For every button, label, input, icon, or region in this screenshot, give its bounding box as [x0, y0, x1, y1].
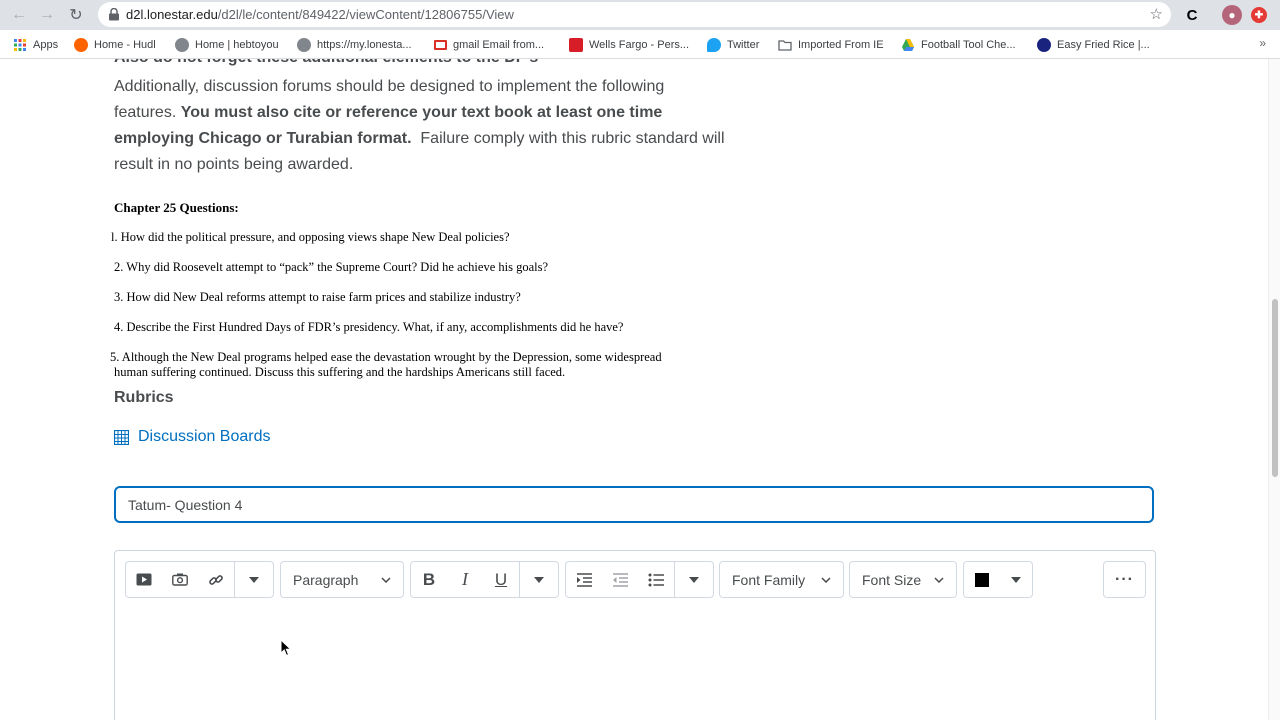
color-swatch — [975, 572, 989, 587]
arrow-right-icon[interactable]: → — [36, 4, 58, 26]
extension-c-icon[interactable]: C — [1182, 5, 1202, 25]
instruction-line-3: employing Chicago or Turabian format. Fa… — [114, 130, 725, 147]
font-size-value: Font Size — [862, 571, 922, 588]
camera-icon — [172, 573, 188, 586]
chevron-down-icon — [934, 576, 944, 583]
address-bar[interactable]: d2l.lonestar.edu/d2l/le/content/849422/v… — [98, 2, 1171, 27]
hudl-icon — [74, 38, 88, 52]
instruction-line-4: result in no points being awarded. — [114, 156, 354, 173]
gmail-icon — [434, 40, 447, 50]
font-family-select[interactable]: Font Family — [719, 561, 844, 598]
outdent-button[interactable] — [602, 562, 638, 597]
text-color-dropdown[interactable] — [1000, 562, 1032, 597]
globe-icon — [297, 38, 311, 52]
arrow-left-icon[interactable]: ← — [8, 4, 30, 26]
insert-link-button[interactable] — [198, 562, 234, 597]
chevron-down-icon — [381, 576, 391, 583]
insert-video-button[interactable] — [126, 562, 162, 597]
folder-icon — [778, 40, 792, 51]
rubrics-heading: Rubrics — [114, 389, 174, 406]
scrollbar-thumb[interactable] — [1272, 299, 1278, 477]
caret-down-icon — [534, 576, 544, 583]
more-insert-dropdown[interactable] — [235, 562, 273, 597]
question-4: 4. Describe the First Hundred Days of FD… — [114, 320, 624, 334]
url-text: d2l.lonestar.edu/d2l/le/content/849422/v… — [126, 7, 514, 22]
indent-icon — [576, 572, 592, 587]
outdent-icon — [612, 572, 628, 587]
list-toolbar-group — [565, 561, 714, 598]
page-scrollbar[interactable] — [1268, 59, 1280, 720]
bookmark-gmail[interactable]: gmail Email from... — [434, 37, 544, 53]
rubric-grid-icon — [114, 429, 129, 445]
chevron-down-icon — [821, 576, 831, 583]
questions-heading: Chapter 25 Questions: — [114, 200, 239, 215]
post-subject-input[interactable] — [114, 486, 1154, 523]
font-size-select[interactable]: Font Size — [849, 561, 957, 598]
rich-text-editor[interactable]: Paragraph B I U Font Family Font Size ··… — [114, 550, 1156, 720]
extension-red-icon[interactable]: ✚ — [1251, 7, 1267, 23]
underline-button[interactable]: U — [483, 562, 519, 597]
text-format-toolbar-group: B I U — [410, 561, 559, 598]
page-content: Also do not forget these additional elem… — [0, 59, 1268, 720]
caret-down-icon — [249, 576, 259, 583]
instruction-line-1: Additionally, discussion forums should b… — [114, 78, 665, 95]
wells-fargo-icon — [569, 38, 583, 52]
reload-icon[interactable]: ↻ — [65, 4, 87, 26]
lock-icon — [109, 8, 119, 21]
recipe-icon — [1037, 38, 1051, 52]
text-color-toolbar-group — [963, 561, 1033, 598]
ellipsis-icon: ··· — [1115, 570, 1134, 588]
video-icon — [136, 573, 152, 586]
bullet-list-button[interactable] — [638, 562, 674, 597]
more-format-dropdown[interactable] — [520, 562, 558, 597]
link-icon — [209, 574, 223, 585]
question-5-line-1: 5. Although the New Deal programs helped… — [110, 350, 662, 364]
question-2: 2. Why did Roosevelt attempt to “pack” t… — [114, 260, 549, 274]
bookmark-football-tool[interactable]: Football Tool Che... — [901, 37, 1016, 53]
insert-stuff-button[interactable] — [162, 562, 198, 597]
instruction-line-2: features. You must also cite or referenc… — [114, 104, 663, 121]
font-family-value: Font Family — [732, 571, 806, 588]
bold-button[interactable]: B — [411, 562, 447, 597]
browser-top-bar: ← → ↻ d2l.lonestar.edu/d2l/le/content/84… — [0, 0, 1280, 30]
bookmark-fried-rice[interactable]: Easy Fried Rice |... — [1037, 37, 1150, 53]
additional-elements-heading: Also do not forget these additional elem… — [114, 59, 544, 67]
bookmark-wells-fargo[interactable]: Wells Fargo - Pers... — [569, 37, 689, 53]
mouse-pointer-icon — [280, 639, 292, 657]
italic-button[interactable]: I — [447, 562, 483, 597]
bookmark-apps[interactable]: Apps — [13, 37, 58, 53]
question-5-line-2: human suffering continued. Discuss this … — [114, 365, 566, 379]
question-3: 3. How did New Deal reforms attempt to r… — [114, 290, 521, 304]
apps-grid-icon — [14, 39, 26, 51]
bookmark-hudl[interactable]: Home - Hudl — [74, 37, 156, 53]
bullet-list-icon — [648, 573, 664, 586]
more-list-dropdown[interactable] — [675, 562, 713, 597]
globe-icon — [175, 38, 189, 52]
caret-down-icon — [1011, 576, 1021, 583]
drive-icon — [902, 39, 914, 51]
bookmark-twitter[interactable]: Twitter — [707, 37, 759, 53]
more-actions-button[interactable]: ··· — [1103, 561, 1146, 598]
indent-button[interactable] — [566, 562, 602, 597]
block-format-value: Paragraph — [293, 571, 359, 588]
insert-toolbar-group — [125, 561, 274, 598]
bookmark-hebtoyou[interactable]: Home | hebtoyou — [175, 37, 279, 53]
avatar[interactable]: ● — [1222, 5, 1242, 25]
twitter-icon — [707, 38, 721, 52]
chevron-double-right-icon[interactable]: » — [1259, 36, 1266, 50]
caret-down-icon — [689, 576, 699, 583]
bookmark-star-icon[interactable]: ☆ — [1150, 5, 1163, 23]
text-color-button[interactable] — [964, 562, 1000, 597]
block-format-select[interactable]: Paragraph — [280, 561, 404, 598]
bookmark-imported-ie[interactable]: Imported From IE — [778, 37, 884, 53]
question-1: l. How did the political pressure, and o… — [111, 230, 510, 244]
bookmark-lonestar[interactable]: https://my.lonesta... — [297, 37, 412, 53]
discussion-boards-rubric-link[interactable]: Discussion Boards — [114, 428, 271, 446]
bookmarks-bar: Apps Home - Hudl Home | hebtoyou https:/… — [0, 30, 1280, 59]
